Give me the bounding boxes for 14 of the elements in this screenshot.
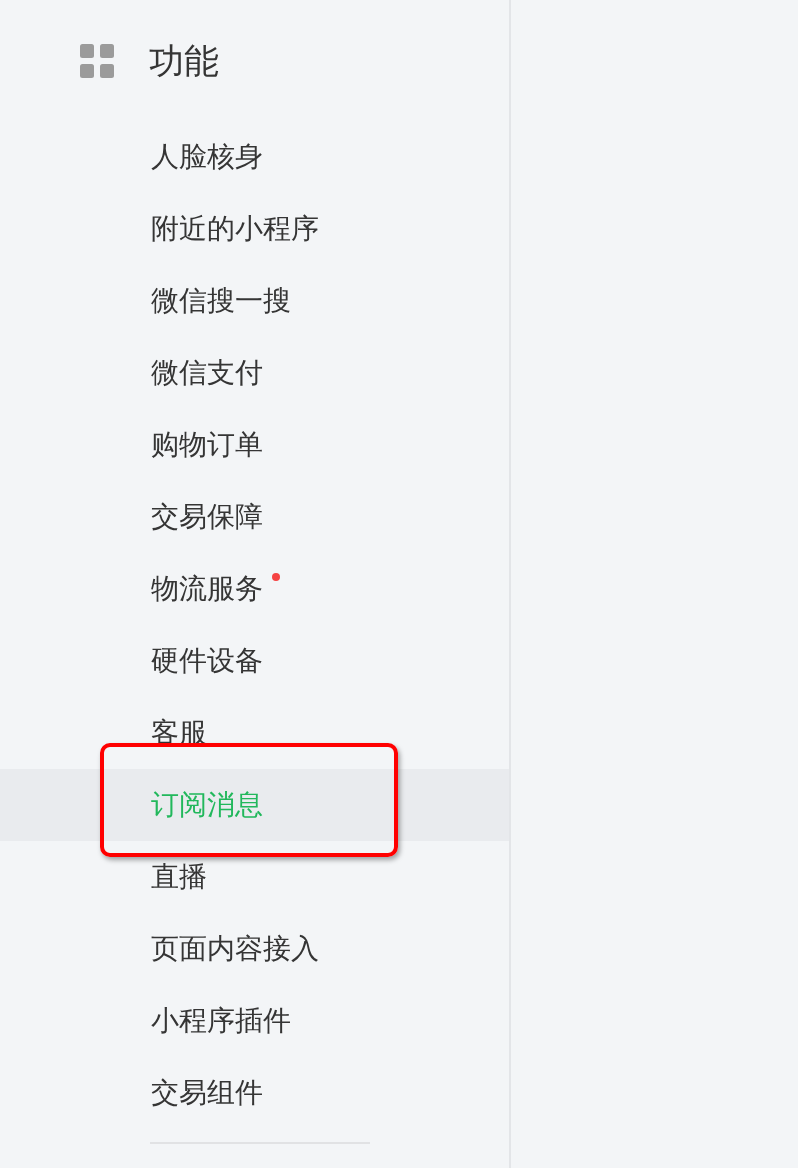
sidebar-item[interactable]: 直播 [0,841,509,913]
sidebar-item[interactable]: 小程序插件 [0,985,509,1057]
sidebar-item[interactable]: 微信支付 [0,337,509,409]
sidebar-item[interactable]: 页面内容接入 [0,913,509,985]
sidebar-item[interactable]: 购物订单 [0,409,509,481]
sidebar-item[interactable]: 人脸核身 [0,121,509,193]
grid-icon [80,43,114,78]
sidebar-item[interactable]: 交易保障 [0,481,509,553]
sidebar-item[interactable]: 附近的小程序 [0,193,509,265]
sidebar-item[interactable]: 微信搜一搜 [0,265,509,337]
sidebar-item[interactable]: 物流服务 [0,553,509,625]
sidebar-item[interactable]: 交易组件 [0,1057,509,1129]
sidebar-item[interactable]: 硬件设备 [0,625,509,697]
section-title: 功能 [149,39,219,82]
